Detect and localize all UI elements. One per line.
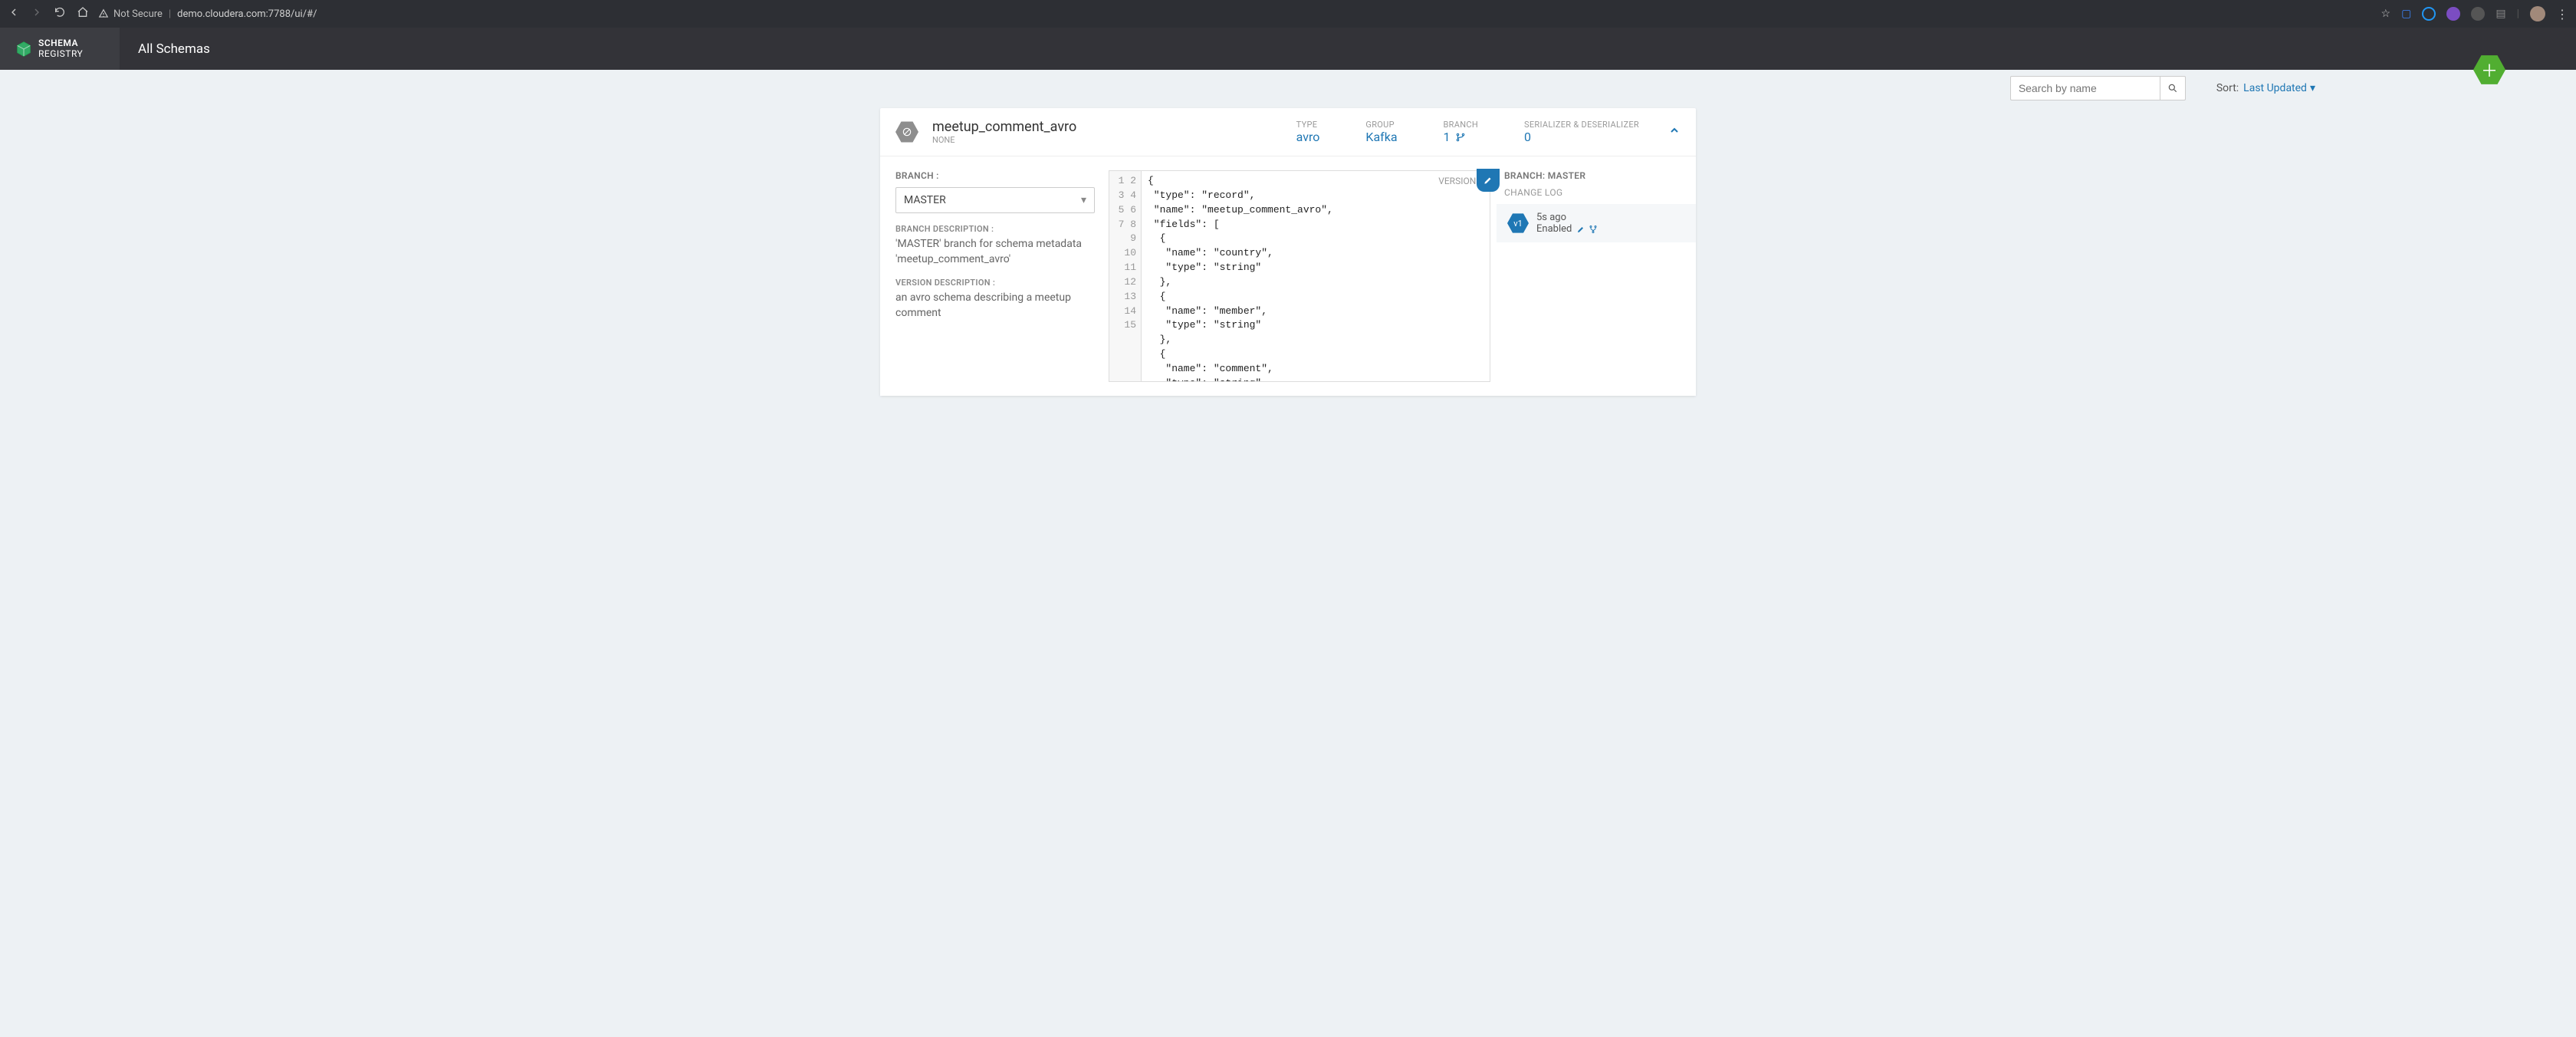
edit-schema-button[interactable] <box>1477 169 1500 192</box>
no-symbol-icon <box>902 127 912 137</box>
search-icon <box>2167 83 2178 94</box>
branch-desc-text: 'MASTER' branch for schema metadata 'mee… <box>895 237 1095 267</box>
url-text: demo.cloudera.com:7788/ui/#/ <box>177 8 317 20</box>
meta-serdes-label: SERIALIZER & DESERIALIZER <box>1524 120 1639 130</box>
branch-desc-label: BRANCH DESCRIPTION : <box>895 224 1095 234</box>
toolbar: Sort: Last Updated ▾ <box>0 70 2576 100</box>
chevron-up-icon <box>1668 124 1681 137</box>
browser-menu-icon[interactable]: ⋮ <box>2556 7 2568 21</box>
browser-chrome: Not Secure | demo.cloudera.com:7788/ui/#… <box>0 0 2576 28</box>
pencil-icon[interactable] <box>1576 225 1585 234</box>
sort-control[interactable]: Sort: Last Updated ▾ <box>2216 82 2315 94</box>
extension-icon-1[interactable]: ▢ <box>2401 8 2411 20</box>
schema-status-icon <box>895 120 918 143</box>
extension-icon-3[interactable] <box>2446 7 2460 21</box>
meta-group-value: Kafka <box>1365 130 1397 144</box>
schema-card: meetup_comment_avro NONE TYPE avro GROUP… <box>880 108 1696 396</box>
changelog-label: CHANGE LOG <box>1504 187 1681 198</box>
caret-down-icon: ▾ <box>1081 194 1086 206</box>
code-gutter: 1 2 3 4 5 6 7 8 9 10 11 12 13 14 15 <box>1109 171 1142 381</box>
back-icon[interactable] <box>8 6 20 21</box>
code-lines: { "type": "record", "name": "meetup_comm… <box>1142 171 1339 381</box>
extension-icon-4[interactable] <box>2471 7 2485 21</box>
meta-type-value: avro <box>1296 130 1320 144</box>
changelog-item[interactable]: v1 5s ago Enabled <box>1497 204 1696 242</box>
app-logo[interactable]: SCHEMA REGISTRY <box>0 28 120 70</box>
schema-code-viewer: 1 2 3 4 5 6 7 8 9 10 11 12 13 14 15 { "t… <box>1109 170 1490 382</box>
profile-avatar[interactable] <box>2530 6 2545 21</box>
branch-selected-value: MASTER <box>904 194 946 206</box>
meta-branch-value: 1 <box>1444 130 1451 144</box>
meta-branch-label: BRANCH <box>1444 120 1478 130</box>
version-desc-label: VERSION DESCRIPTION : <box>895 278 1095 288</box>
extension-icon-5[interactable]: ▤ <box>2496 8 2505 20</box>
reload-icon[interactable] <box>54 6 66 21</box>
app-header: SCHEMA REGISTRY All Schemas <box>0 28 2576 70</box>
forward-icon[interactable] <box>31 6 43 21</box>
page-title: All Schemas <box>120 41 210 57</box>
caret-down-icon: ▾ <box>2310 82 2315 94</box>
version-hex-badge: v1 <box>1507 212 1529 234</box>
changelog-time: 5s ago <box>1536 212 1598 223</box>
sort-label: Sort: <box>2216 82 2239 94</box>
star-icon[interactable]: ☆ <box>2381 8 2391 20</box>
branch-select[interactable]: MASTER ▾ <box>895 187 1095 213</box>
fork-icon[interactable] <box>1589 225 1598 234</box>
right-branch-header: BRANCH: MASTER <box>1504 170 1681 181</box>
address-bar[interactable]: Not Secure | demo.cloudera.com:7788/ui/#… <box>98 8 2372 20</box>
branch-label: BRANCH : <box>895 170 1095 181</box>
meta-group-label: GROUP <box>1365 120 1397 130</box>
version-number: v1 <box>1513 219 1523 229</box>
extension-icon-2[interactable] <box>2422 7 2436 21</box>
pencil-icon <box>1483 175 1493 186</box>
logo-text-top: SCHEMA <box>38 38 83 48</box>
not-secure-badge: Not Secure <box>98 8 163 20</box>
meta-type-label: TYPE <box>1296 120 1320 130</box>
logo-cube-icon <box>15 41 32 58</box>
branch-icon <box>1455 132 1466 143</box>
search-button[interactable] <box>2160 76 2186 100</box>
collapse-button[interactable] <box>1668 124 1681 140</box>
plus-icon: ＋ <box>2481 58 2498 82</box>
home-icon[interactable] <box>77 6 89 21</box>
sort-value: Last Updated <box>2243 82 2307 94</box>
changelog-status: Enabled <box>1536 223 1572 235</box>
schema-header: meetup_comment_avro NONE TYPE avro GROUP… <box>880 108 1696 156</box>
meta-serdes-value: 0 <box>1524 130 1639 144</box>
logo-text-bottom: REGISTRY <box>38 49 83 59</box>
schema-name: meetup_comment_avro <box>932 119 1076 135</box>
schema-subtitle: NONE <box>932 135 1076 145</box>
search-input[interactable] <box>2010 76 2160 100</box>
version-desc-text: an avro schema describing a meetup comme… <box>895 291 1095 321</box>
